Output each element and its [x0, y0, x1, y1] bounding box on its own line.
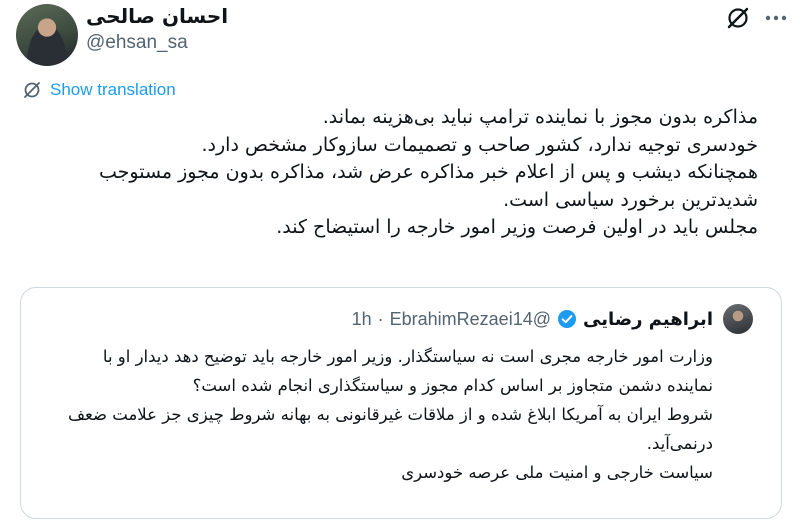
- grok-icon[interactable]: [724, 4, 752, 32]
- more-icon[interactable]: [762, 8, 790, 28]
- quote-author-handle[interactable]: @EbrahimRezaei14: [390, 309, 551, 330]
- quote-line: سیاست خارجی و امنیت ملی عرصه خودسری: [401, 463, 713, 482]
- author-name[interactable]: احسان صالحی: [86, 4, 228, 28]
- quote-timestamp[interactable]: 1h: [352, 309, 372, 330]
- show-translation-label: Show translation: [50, 80, 176, 99]
- tweet-line: خودسری توجیه ندارد، کشور صاحب و تصمیمات …: [201, 133, 758, 156]
- author-handle[interactable]: @ehsan_sa: [86, 32, 188, 54]
- quote-line: شروط ایران به آمریکا ابلاغ شده و از ملاق…: [67, 405, 713, 424]
- tweet-line: مجلس باید در اولین فرصت وزیر امور خارجه …: [276, 216, 758, 238]
- quoted-tweet[interactable]: ابراهیم رضایی @EbrahimRezaei14 · 1h وزار…: [20, 287, 782, 519]
- quote-line: وزارت امور خارجه مجری است نه سیاستگذار. …: [102, 347, 713, 366]
- quote-line: نماینده دشمن متجاوز بر اساس کدام مجوز و …: [192, 376, 713, 395]
- tweet-line: شدیدترین برخورد سیاسی است.: [503, 188, 758, 211]
- quote-separator: ·: [377, 308, 384, 329]
- quote-author-name[interactable]: ابراهیم رضایی: [583, 309, 713, 330]
- tweet-text: مذاکره بدون مجوز با نماینده ترامپ نباید …: [20, 104, 758, 242]
- tweet-line: همچنانکه دیشب و پس از اعلام خبر مذاکره ع…: [99, 161, 758, 183]
- verified-badge-icon: [558, 310, 576, 328]
- show-translation-link[interactable]: Show translation: [22, 77, 176, 103]
- author-avatar[interactable]: [16, 4, 78, 66]
- tweet-line: مذاکره بدون مجوز با نماینده ترامپ نباید …: [322, 106, 758, 128]
- quote-line: درنمی‌آید.: [646, 434, 713, 453]
- quote-text: وزارت امور خارجه مجری است نه سیاستگذار. …: [37, 342, 713, 487]
- translate-icon: [24, 82, 40, 98]
- quote-author-avatar[interactable]: [723, 304, 753, 334]
- quote-header: ابراهیم رضایی @EbrahimRezaei14 · 1h: [352, 304, 713, 334]
